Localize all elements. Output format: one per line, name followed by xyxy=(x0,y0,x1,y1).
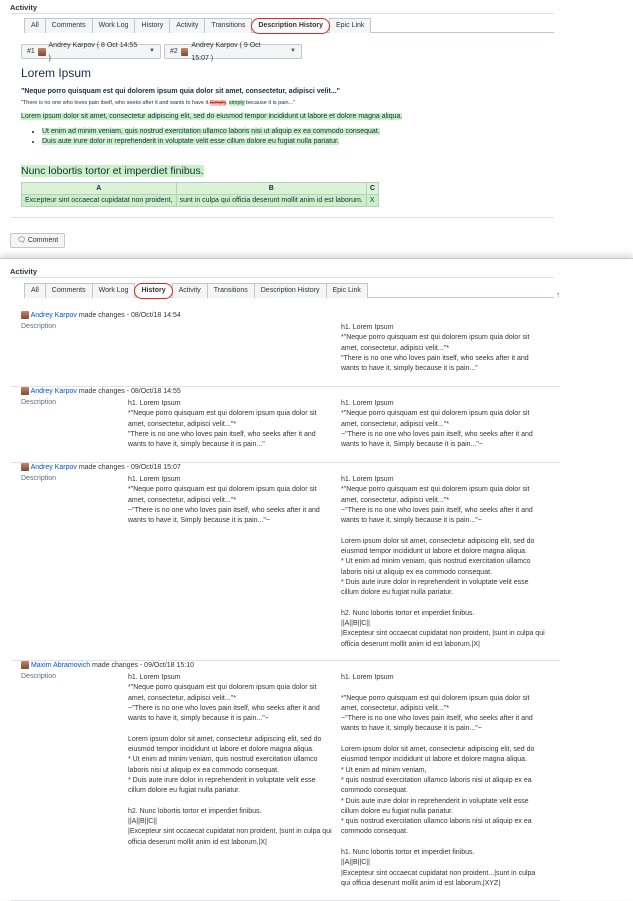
divider xyxy=(11,277,554,278)
list-item-text: Ut enim ad minim veniam, quis nostrud ex… xyxy=(42,128,380,135)
tab-history[interactable]: History xyxy=(134,283,173,299)
revision-select-1[interactable]: #1 Andrey Karpov ( 8 Oct 14:55 ) ▼ xyxy=(21,42,161,62)
history-entry: Maxim Abramovich made changes - 09/Oct/1… xyxy=(11,661,560,901)
new-value: h1. Lorem Ipsum *"Neque porro quisquam e… xyxy=(341,324,530,373)
added-heading: Nunc lobortis tortor et imperdiet finibu… xyxy=(21,165,204,177)
tab-transitions[interactable]: Transitions xyxy=(204,18,253,33)
added-text: simply xyxy=(228,100,245,106)
entry-header: Andrey Karpov made changes - 08/Oct/18 1… xyxy=(21,387,181,395)
removed-text: Simply xyxy=(209,100,226,106)
added-bullet-list: Ut enim ad minim veniam, quis nostrud ex… xyxy=(30,128,380,148)
field-label: Description xyxy=(21,475,57,482)
tab-bar: All Comments Work Log History Activity Transi… xyxy=(24,283,554,299)
revision-label: Andrey Karpov ( 8 Oct 14:55 ) xyxy=(48,41,138,62)
description-history-panel: Activity All Comments Work Log History Activ… xyxy=(0,0,633,258)
tab-transitions[interactable]: Transitions xyxy=(206,283,255,298)
change-summary: made changes - 08/Oct/18 14:55 xyxy=(76,387,181,395)
tab-description-history[interactable]: Description History xyxy=(253,283,327,298)
tab-all[interactable]: All xyxy=(24,18,46,33)
old-value: h1. Lorem Ipsum *"Neque porro quisquam e… xyxy=(128,674,332,846)
revision-number: #1 xyxy=(27,48,35,55)
table-header-row: A B C xyxy=(21,182,380,195)
tab-activity[interactable]: Activity xyxy=(171,283,208,298)
revision-select-2[interactable]: #2 Andrey Karpov ( 9 Oct 15:07 ) ▼ xyxy=(164,42,302,62)
table-header-cell: B xyxy=(175,182,367,195)
small-quote: "There is no one who loves pain itself, … xyxy=(21,100,296,106)
chevron-down-icon: ▼ xyxy=(149,48,155,54)
table-cell: Excepteur sint occaecat cupidatat non pr… xyxy=(21,194,177,207)
table-header-cell: A xyxy=(21,182,177,195)
history-panel: Activity All Comments Work Log History Activ… xyxy=(0,258,633,901)
user-avatar-icon xyxy=(21,661,29,669)
quote-text: "There is no one who loves pain itself, … xyxy=(21,100,210,106)
history-entry: Andrey Karpov made changes - 08/Oct/18 1… xyxy=(11,311,560,387)
chevron-down-icon: ▼ xyxy=(290,48,296,54)
comment-button[interactable]: 🗨 Comment xyxy=(10,233,66,248)
list-item: Duis aute irure dolor in reprehenderit i… xyxy=(42,138,380,145)
tab-history[interactable]: History xyxy=(134,18,171,33)
tab-epic-link[interactable]: Epic Link xyxy=(328,18,372,33)
user-avatar-icon xyxy=(180,47,189,56)
revision-label: Andrey Karpov ( 9 Oct 15:07 ) xyxy=(191,41,261,62)
added-table: A B C Excepteur sint occaecat cupidatat … xyxy=(21,182,380,207)
table-row: Excepteur sint occaecat cupidatat non pr… xyxy=(21,194,380,207)
change-summary: made changes - 08/Oct/18 14:54 xyxy=(76,311,181,319)
tab-comments[interactable]: Comments xyxy=(44,18,93,33)
arrow-up-icon[interactable]: ↑ xyxy=(556,290,560,299)
bold-quote: "Neque porro quisquam est qui dolorem ip… xyxy=(21,88,340,95)
comment-label: Comment xyxy=(27,237,59,244)
user-link[interactable]: Maxim Abramovich xyxy=(31,662,90,669)
change-summary: made changes - 09/Oct/18 15:10 xyxy=(90,661,194,669)
divider xyxy=(11,13,554,14)
entry-header: Andrey Karpov made changes - 08/Oct/18 1… xyxy=(21,311,181,319)
added-paragraph: Lorem ipsum dolor sit amet, consectetur … xyxy=(21,113,403,120)
divider xyxy=(11,217,554,218)
tab-description-history[interactable]: Description History xyxy=(251,18,330,34)
user-link[interactable]: Andrey Karpov xyxy=(31,312,77,319)
tab-activity[interactable]: Activity xyxy=(169,18,206,33)
tab-comments[interactable]: Comments xyxy=(44,283,93,298)
user-avatar-icon xyxy=(21,311,29,319)
comment-icon: 🗨 xyxy=(17,237,26,244)
user-link[interactable]: Andrey Karpov xyxy=(31,464,77,471)
list-item-text: Duis aute irure dolor in reprehenderit i… xyxy=(42,138,339,145)
history-entry: Andrey Karpov made changes - 08/Oct/18 1… xyxy=(11,387,560,463)
activity-heading: Activity xyxy=(10,267,38,276)
tab-work-log[interactable]: Work Log xyxy=(91,18,136,33)
user-avatar-icon xyxy=(37,47,46,56)
new-value: h1. Lorem Ipsum *"Neque porro quisquam e… xyxy=(341,400,533,449)
list-item: Ut enim ad minim veniam, quis nostrud ex… xyxy=(42,128,380,135)
new-value: h1. Lorem Ipsum *"Neque porro quisquam e… xyxy=(341,476,545,648)
quote-text: because it is pain..." xyxy=(244,100,296,106)
tab-all[interactable]: All xyxy=(24,283,46,298)
user-avatar-icon xyxy=(21,463,29,471)
table-header-cell: C xyxy=(365,182,380,195)
activity-heading: Activity xyxy=(10,3,38,12)
table-cell: sunt in culpa qui officia deserunt molli… xyxy=(175,194,367,207)
field-label: Description xyxy=(21,673,57,680)
field-label: Description xyxy=(21,323,57,330)
new-value: h1. Lorem Ipsum *"Neque porro quisquam e… xyxy=(341,674,536,887)
field-label: Description xyxy=(21,399,57,406)
table-cell: X xyxy=(365,194,380,207)
old-value: h1. Lorem Ipsum *"Neque porro quisquam e… xyxy=(128,400,317,449)
user-avatar-icon xyxy=(21,387,29,395)
user-link[interactable]: Andrey Karpov xyxy=(31,388,77,395)
tab-epic-link[interactable]: Epic Link xyxy=(325,283,368,298)
description-title: Lorem Ipsum xyxy=(21,66,92,80)
tab-work-log[interactable]: Work Log xyxy=(91,283,136,298)
entry-header: Maxim Abramovich made changes - 09/Oct/1… xyxy=(21,661,194,669)
old-value: h1. Lorem Ipsum *"Neque porro quisquam e… xyxy=(128,476,320,525)
history-entry: Andrey Karpov made changes - 09/Oct/18 1… xyxy=(11,463,560,661)
tab-bar: All Comments Work Log History Activity Transi… xyxy=(24,18,554,34)
revision-number: #2 xyxy=(170,48,178,55)
entry-header: Andrey Karpov made changes - 09/Oct/18 1… xyxy=(21,463,181,471)
change-summary: made changes - 09/Oct/18 15:07 xyxy=(76,463,181,471)
